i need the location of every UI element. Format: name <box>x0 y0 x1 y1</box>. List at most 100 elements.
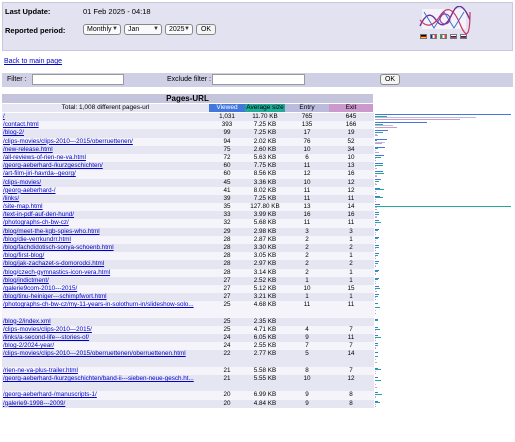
table-row: /blog/tinu-heiniger---schimpfwort.html 27… <box>2 293 513 302</box>
page-url-link[interactable]: /galerie9-1998---2009/ <box>3 400 210 408</box>
last-update-label: Last Update: <box>5 7 51 16</box>
exit-bar <box>375 118 461 120</box>
page-url-link[interactable]: / <box>3 113 210 121</box>
entry-value: 135 <box>301 121 313 129</box>
period-ok-button[interactable]: OK <box>196 24 216 35</box>
page-url-link[interactable]: /blog/indictment/ <box>3 277 210 285</box>
viewed-value: 21 <box>223 366 231 374</box>
row-bar-chart <box>374 301 513 318</box>
exit-bar <box>375 217 378 219</box>
page-url-link[interactable]: /all-reviews-of-rien-ne-va.html <box>3 154 210 162</box>
page-url-link[interactable]: /blog/fachdidotisch-sonya-schoenb.html <box>3 244 210 252</box>
average-size-value: 4.71 KB <box>253 325 277 333</box>
average-size-bar <box>375 306 380 308</box>
page-url-link[interactable]: /clips-movies/clips-2010---2015/oberruet… <box>3 138 210 146</box>
page-url-link[interactable]: /blog/die-verrkundrr.html <box>3 236 210 244</box>
viewed-value: 72 <box>223 153 231 161</box>
page-url-link[interactable]: /georg-aeberhard-/kurzgeschichten/ <box>3 162 210 170</box>
table-row: /blog/indictment/27 2.52 KB 1 1 <box>2 276 513 285</box>
filter-ok-button[interactable]: OK <box>380 74 400 85</box>
viewed-value: 35 <box>223 203 231 211</box>
average-size-value: 5.63 KB <box>253 153 277 161</box>
table-row: /georg-aeberhard-/kurzgeschichten/band-i… <box>2 375 513 392</box>
page-url-link[interactable]: /blog/czech-gymnastics-icon-vera.html <box>3 269 210 277</box>
page-url-link[interactable]: /blog/first-blog/ <box>3 252 210 260</box>
average-size-value: 3.30 KB <box>253 244 277 251</box>
page-url-link[interactable]: /blog/jak-zachazet-s-domorodci.html <box>3 260 210 268</box>
table-title: Pages-URL <box>2 94 373 103</box>
table-row: /clips-movies/clips-2010---2015/oberruet… <box>2 137 513 146</box>
exclude-filter-input[interactable] <box>212 74 305 85</box>
exit-value: 11 <box>347 219 355 227</box>
entry-value: 11 <box>303 186 311 194</box>
page-url-link[interactable]: /contact.html <box>3 121 210 129</box>
page-url-link[interactable]: /georg-aeberhard-/ <box>3 187 210 195</box>
exit-value: 166 <box>345 121 357 129</box>
page-url-link[interactable]: /georg-aeberhard-/kurzgeschichten/band-i… <box>3 375 210 383</box>
average-size-value: 4.84 KB <box>253 399 277 407</box>
exit-value: 2 <box>349 244 353 251</box>
month-select[interactable]: Jan ▼ <box>124 24 162 35</box>
page-url-link[interactable]: /clips-movies/clips-2010---2015/oberruet… <box>3 350 210 358</box>
back-to-main-link[interactable]: Back to main page <box>4 58 62 65</box>
page-url-link[interactable]: /photographs-ch-bw-cz/ <box>3 219 210 227</box>
page-url-link[interactable]: /art-film-jiri-havrda--georg/ <box>3 170 210 178</box>
viewed-value: 28 <box>223 252 231 260</box>
page-url-link[interactable]: /blog/tinu-heiniger---schimpfwort.html <box>3 293 210 301</box>
average-size-value: 6.99 KB <box>253 391 277 399</box>
viewed-value: 21 <box>223 375 231 383</box>
viewed-value: 28 <box>223 268 231 276</box>
table-row: /site-map.html 35 127.80 KB 13 14 <box>2 203 513 212</box>
page-url-link[interactable]: /links/a-second-life---stories-of/ <box>3 334 210 342</box>
entry-value: 8 <box>305 366 309 374</box>
entry-value: 2 <box>305 268 309 276</box>
page-url-link[interactable]: /rien-ne-va-plus-trailer.html <box>3 367 210 375</box>
page-url-link[interactable]: /photographs-ch-bw-cz/my-11-years-in-sol… <box>3 301 210 309</box>
average-size-value: 8.56 KB <box>253 170 277 178</box>
exit-bar <box>375 274 376 276</box>
viewed-value: 27 <box>223 276 231 284</box>
filter-input[interactable] <box>32 74 124 85</box>
row-bar-chart <box>374 342 513 351</box>
viewed-value: 24 <box>223 342 231 350</box>
viewed-value: 20 <box>223 399 231 407</box>
page-url-link[interactable]: /text-in-pdf-auf-den-hund/ <box>3 211 210 219</box>
exit-bar <box>375 397 377 399</box>
average-size-value: 2.35 KB <box>253 317 277 325</box>
page-url-link[interactable]: /links/ <box>3 195 210 203</box>
page-url-link[interactable]: /blog-2/index.xml <box>3 318 210 326</box>
flag-fr-icon[interactable] <box>430 34 437 39</box>
entry-value: 2 <box>305 252 309 260</box>
page-url-link[interactable]: /blog-2/2024-year/ <box>3 342 210 350</box>
reported-period-label: Reported period: <box>5 26 66 35</box>
exit-bar <box>375 168 377 170</box>
average-size-value: 3.21 KB <box>253 293 277 301</box>
chevron-down-icon: ▼ <box>184 26 190 32</box>
page-url-link[interactable]: /blog-2/ <box>3 129 210 137</box>
page-url-link[interactable]: /galerie9com-2010---2015/ <box>3 285 210 293</box>
viewed-value: 22 <box>223 350 231 358</box>
flag-sk-icon[interactable] <box>450 34 457 39</box>
table-row: /galerie9-1998---2009/20 4.84 KB 9 8 <box>2 399 513 408</box>
exit-value: 7 <box>349 325 353 333</box>
row-bar-chart <box>374 203 513 212</box>
average-size-value: 3.14 KB <box>253 268 277 276</box>
page-url-link[interactable]: /blog/meet-the-kgb-spies-who.html <box>3 228 210 236</box>
page-url-link[interactable]: /clips-movies/ <box>3 179 210 187</box>
period-type-select[interactable]: Monthly ▼ <box>83 24 121 35</box>
col-average-size: Average size <box>245 104 285 112</box>
flag-ru-icon[interactable] <box>460 34 467 39</box>
language-flags <box>420 34 467 39</box>
exit-value: 2 <box>349 260 353 268</box>
page-url-link[interactable]: /clips-movies/clips-2010---2015/ <box>3 326 210 334</box>
page-url-link[interactable]: /new-release.html <box>3 146 210 154</box>
col-viewed: Viewed <box>209 104 245 112</box>
flag-it-icon[interactable] <box>440 34 447 39</box>
flag-de-icon[interactable] <box>420 34 427 39</box>
viewed-value: 28 <box>223 235 231 243</box>
year-select[interactable]: 2025 ▼ <box>165 24 193 35</box>
exit-bar <box>375 290 377 292</box>
viewed-value: 28 <box>223 244 231 251</box>
page-url-link[interactable]: /site-map.html <box>3 203 210 211</box>
page-url-link[interactable]: /georg-aeberhard-/manuscripts-1/ <box>3 391 210 399</box>
